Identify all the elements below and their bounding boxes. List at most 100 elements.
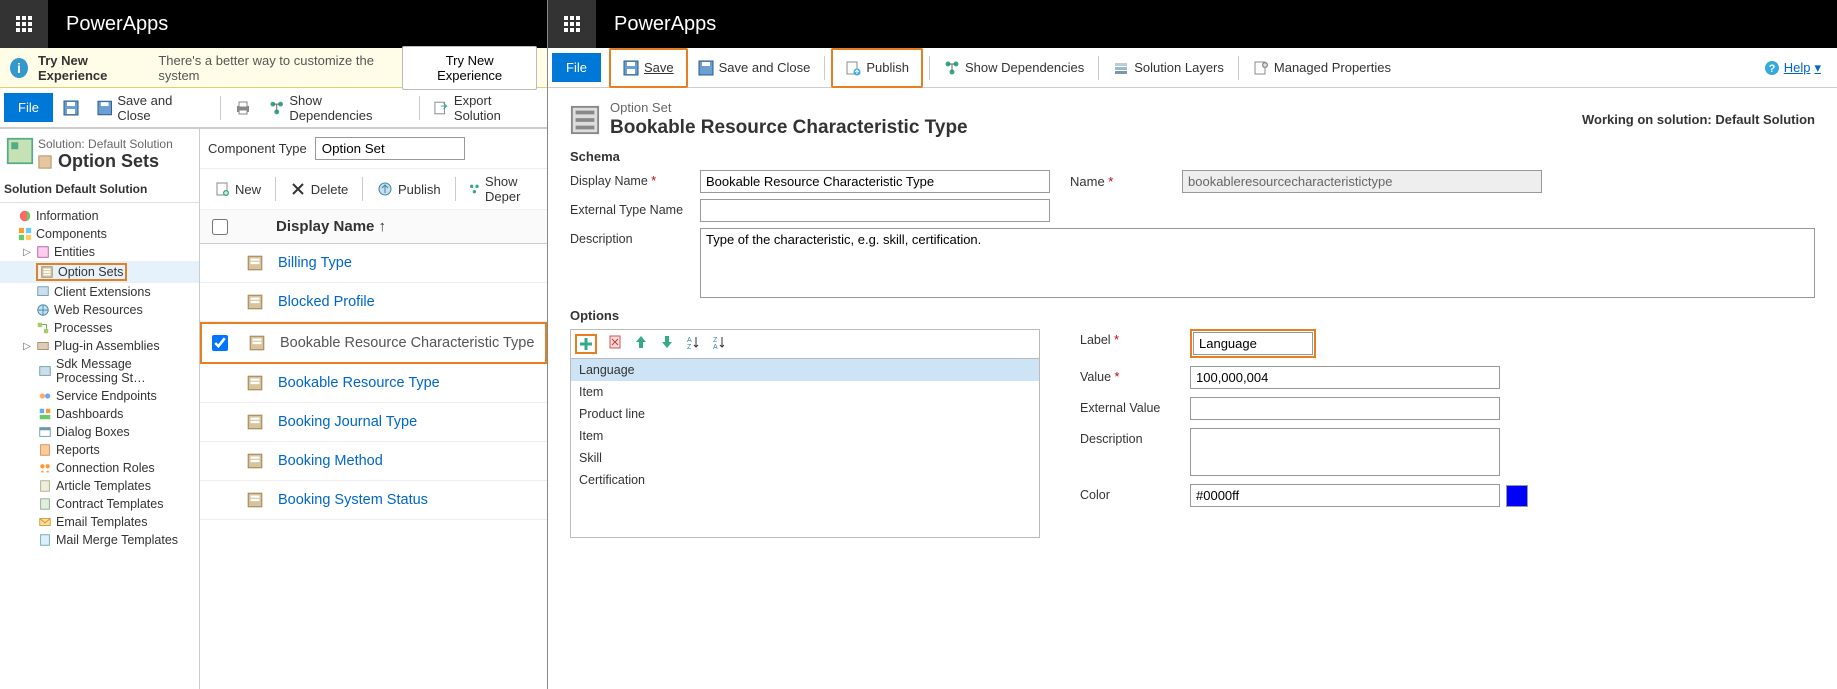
solution-layers-button[interactable]: Solution Layers (1105, 52, 1232, 84)
description-textarea[interactable] (700, 228, 1815, 298)
display-name-input[interactable] (700, 170, 1050, 193)
option-item[interactable]: Skill (571, 447, 1039, 469)
file-tab-right[interactable]: File (552, 53, 601, 82)
solution-nav: Solution: Default Solution Option Sets S… (0, 129, 200, 689)
color-swatch[interactable] (1506, 485, 1528, 507)
help-link[interactable]: ?Help▾ (1764, 60, 1821, 76)
tree-reports[interactable]: Reports (0, 441, 199, 459)
solution-label: Solution: Default Solution (38, 137, 173, 151)
tree-dialog-boxes[interactable]: Dialog Boxes (0, 423, 199, 441)
option-label-label: Label (1080, 333, 1111, 347)
waffle-icon-right[interactable] (548, 0, 596, 48)
option-item[interactable]: Certification (571, 469, 1039, 491)
tree-processes[interactable]: Processes (0, 319, 199, 337)
move-down-icon[interactable] (659, 334, 675, 350)
publish-button-grid[interactable]: Publish (369, 173, 449, 205)
tree-sdk-msg[interactable]: Sdk Message Processing St… (0, 355, 199, 387)
tree-components[interactable]: Components (0, 225, 199, 243)
tree-email-templates[interactable]: Email Templates (0, 513, 199, 531)
option-item[interactable]: Item (571, 425, 1039, 447)
description-label: Description (570, 228, 700, 246)
grid-header: Display Name ↑ (200, 210, 547, 244)
show-deps-button[interactable]: Show Dependencies (936, 52, 1092, 84)
solution-layers-label: Solution Layers (1134, 60, 1224, 75)
svg-text:Z: Z (687, 344, 692, 350)
waffle-icon[interactable] (0, 0, 48, 48)
grid-row[interactable]: Bookable Resource Type (200, 364, 547, 403)
grid-area: Component Type New Delete Publish Show D… (200, 129, 547, 689)
component-type-input[interactable] (315, 137, 465, 160)
save-button[interactable]: Save (615, 52, 682, 84)
export-solution-button[interactable]: Export Solution (425, 92, 547, 124)
save-and-close-button-left[interactable]: Save and Close (89, 92, 214, 124)
external-type-input[interactable] (700, 199, 1050, 222)
option-value-label: Value (1080, 370, 1111, 384)
banner-text: There's a better way to customize the sy… (158, 53, 392, 83)
grid-row-selected[interactable]: Bookable Resource Characteristic Type (200, 322, 547, 364)
sort-asc-icon[interactable]: AZ (685, 334, 701, 350)
option-item[interactable]: Language (571, 359, 1039, 381)
publish-button[interactable]: Publish (837, 52, 917, 84)
tree-mail-merge[interactable]: Mail Merge Templates (0, 531, 199, 549)
grid-row[interactable]: Blocked Profile (200, 283, 547, 322)
show-deps-button-grid[interactable]: Show Deper (461, 173, 541, 205)
grid-row[interactable]: Booking System Status (200, 481, 547, 520)
tree-client-extensions[interactable]: Client Extensions (0, 283, 199, 301)
delete-button[interactable]: Delete (282, 173, 357, 205)
save-icon-button[interactable] (55, 92, 87, 124)
tree-option-sets[interactable]: Option Sets (0, 261, 199, 283)
tree-plugin-assemblies[interactable]: ▷Plug-in Assemblies (0, 337, 199, 355)
name-input (1182, 170, 1542, 193)
app-title-right: PowerApps (614, 13, 716, 36)
option-ext-value-input[interactable] (1190, 397, 1500, 420)
sort-desc-icon[interactable]: ZA (711, 334, 727, 350)
schema-title: Schema (570, 149, 1815, 164)
external-type-label: External Type Name (570, 199, 700, 217)
option-ext-value-label: External Value (1080, 397, 1190, 415)
option-value-input[interactable] (1190, 366, 1500, 389)
tree-web-resources[interactable]: Web Resources (0, 301, 199, 319)
svg-text:Z: Z (713, 337, 718, 344)
tree-information[interactable]: Information (0, 207, 199, 225)
option-desc-textarea[interactable] (1190, 428, 1500, 476)
tree-article-templates[interactable]: Article Templates (0, 477, 199, 495)
tree-connection-roles[interactable]: Connection Roles (0, 459, 199, 477)
show-deps-button-left[interactable]: Show Dependencies (261, 92, 413, 124)
entity-name: Bookable Resource Characteristic Type (610, 117, 968, 139)
right-command-bar: File Save Save and Close Publish Show De… (548, 48, 1837, 88)
save-label: Save (644, 60, 674, 75)
tree-contract-templates[interactable]: Contract Templates (0, 495, 199, 513)
file-tab-left[interactable]: File (4, 93, 53, 122)
print-button[interactable] (227, 92, 259, 124)
solution-section-title: Option Sets (38, 151, 173, 172)
add-option-icon[interactable] (578, 336, 594, 352)
grid-row[interactable]: Booking Method (200, 442, 547, 481)
display-name-header[interactable]: Display Name ↑ (276, 218, 386, 235)
tree-dashboards[interactable]: Dashboards (0, 405, 199, 423)
managed-props-button[interactable]: Managed Properties (1245, 52, 1399, 84)
right-app-header: PowerApps (548, 0, 1837, 48)
banner-title: Try New Experience (38, 53, 148, 83)
save-and-close-button[interactable]: Save and Close (690, 52, 819, 84)
solution-icon (6, 137, 34, 165)
managed-props-label: Managed Properties (1274, 60, 1391, 75)
svg-text:A: A (687, 337, 692, 344)
grid-row[interactable]: Billing Type (200, 244, 547, 283)
show-deps-label-left: Show Dependencies (289, 93, 404, 123)
move-up-icon[interactable] (633, 334, 649, 350)
delete-option-icon[interactable] (607, 334, 623, 350)
select-all-checkbox[interactable] (212, 219, 228, 235)
option-color-input[interactable] (1190, 484, 1500, 507)
nav-section-title: Solution Default Solution (0, 176, 199, 203)
row-checkbox[interactable] (212, 335, 228, 351)
option-item[interactable]: Product line (571, 403, 1039, 425)
display-name-label: Display Name (570, 174, 648, 188)
svg-text:?: ? (1768, 63, 1775, 75)
tree-service-endpoints[interactable]: Service Endpoints (0, 387, 199, 405)
option-item[interactable]: Item (571, 381, 1039, 403)
grid-row[interactable]: Booking Journal Type (200, 403, 547, 442)
new-button[interactable]: New (206, 173, 269, 205)
tree-entities[interactable]: ▷Entities (0, 243, 199, 261)
option-label-input[interactable] (1193, 332, 1313, 355)
try-new-button[interactable]: Try New Experience (402, 46, 537, 90)
